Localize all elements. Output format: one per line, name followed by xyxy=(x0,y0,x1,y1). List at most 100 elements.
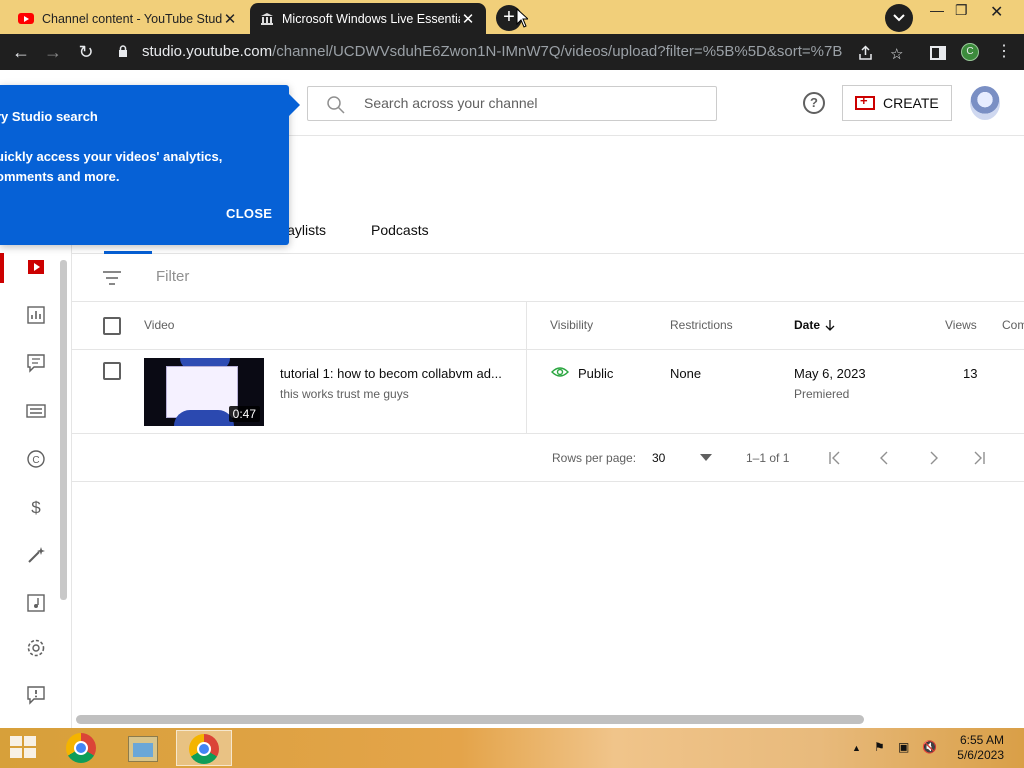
taskbar-file-explorer[interactable] xyxy=(114,730,170,766)
search-icon xyxy=(327,96,345,114)
windows-logo-icon xyxy=(10,736,22,746)
chevron-down-icon xyxy=(893,14,905,22)
tooltip-title: ry Studio search xyxy=(0,109,98,124)
window-close-button[interactable]: ✕ xyxy=(990,2,1003,22)
svg-text:$: $ xyxy=(31,498,41,517)
side-panel-icon[interactable] xyxy=(930,45,946,61)
table-row[interactable]: 0:47 tutorial 1: how to becom collabvm a… xyxy=(72,350,1024,434)
browser-tabstrip: Channel content - YouTube Studio ✕ Micro… xyxy=(0,0,1024,34)
tab-close-icon[interactable]: ✕ xyxy=(222,10,238,28)
create-button[interactable]: CREATE xyxy=(842,85,952,121)
windows-logo-icon xyxy=(24,736,36,746)
column-header-restrictions[interactable]: Restrictions xyxy=(670,318,733,332)
next-page-icon[interactable] xyxy=(926,451,940,465)
mouse-cursor-icon xyxy=(516,8,528,28)
tooltip-close-button[interactable]: CLOSE xyxy=(226,206,272,221)
svg-text:C: C xyxy=(32,455,39,466)
tooltip-body: uickly access your videos' analytics, om… xyxy=(0,149,223,184)
forward-arrow-icon[interactable]: → xyxy=(42,41,64,63)
table-header: Video Visibility Restrictions Date Views… xyxy=(72,302,1024,350)
sidebar-item-settings[interactable] xyxy=(26,638,46,658)
taskbar-chrome-active[interactable] xyxy=(176,730,232,766)
sidebar-item-content[interactable] xyxy=(26,257,46,277)
studio-search-tooltip: ry Studio search uickly access your vide… xyxy=(0,85,300,245)
video-thumbnail[interactable]: 0:47 xyxy=(144,358,264,426)
browser-tab-windows-live[interactable]: Microsoft Windows Live Essentials ✕ xyxy=(250,3,486,34)
channel-search[interactable] xyxy=(307,86,717,121)
tab-playlists[interactable]: laylists xyxy=(284,222,326,238)
dropdown-arrow-icon[interactable] xyxy=(700,454,712,461)
sidebar-item-copyright[interactable]: C xyxy=(26,449,46,469)
show-hidden-icons-icon[interactable]: ▲ xyxy=(852,743,861,753)
tab-podcasts[interactable]: Podcasts xyxy=(371,222,429,238)
column-header-comments[interactable]: Com xyxy=(1002,318,1024,332)
help-icon[interactable]: ? xyxy=(803,92,825,114)
youtube-favicon-icon xyxy=(18,13,34,24)
video-title[interactable]: tutorial 1: how to becom collabvm ad... xyxy=(280,366,510,381)
address-bar[interactable]: studio.youtube.com/channel/UCDWVsduhE6Zw… xyxy=(108,38,918,66)
filter-icon[interactable] xyxy=(102,270,122,286)
restore-button[interactable]: ❐ xyxy=(955,2,968,19)
sort-descending-icon[interactable] xyxy=(825,319,835,331)
first-page-icon[interactable] xyxy=(828,451,842,465)
filter-input[interactable] xyxy=(156,268,456,285)
file-explorer-icon xyxy=(128,736,158,762)
back-arrow-icon[interactable]: ← xyxy=(10,41,32,63)
rows-per-page-select[interactable]: 30 xyxy=(652,451,665,465)
windows-logo-icon xyxy=(10,748,22,758)
sidebar-item-customization[interactable] xyxy=(26,545,46,565)
create-label: CREATE xyxy=(883,95,939,111)
windows-start-button[interactable] xyxy=(10,736,38,760)
network-icon[interactable]: ▣ xyxy=(898,740,909,754)
previous-page-icon[interactable] xyxy=(878,451,892,465)
chrome-icon xyxy=(189,734,219,764)
taskbar-chrome-pinned[interactable] xyxy=(54,730,110,766)
column-header-visibility[interactable]: Visibility xyxy=(550,318,593,332)
sidebar-item-earn[interactable]: $ xyxy=(26,497,46,517)
thumbnail-art xyxy=(174,410,234,426)
restrictions-value: None xyxy=(670,366,702,381)
clock-time: 6:55 AM xyxy=(959,733,1004,747)
rows-per-page-label: Rows per page: xyxy=(552,451,637,465)
browser-tab-youtube-studio[interactable]: Channel content - YouTube Studio ✕ xyxy=(8,3,248,34)
sidebar-item-analytics[interactable] xyxy=(26,305,46,325)
windows-logo-icon xyxy=(24,748,36,758)
filter-bar xyxy=(72,254,1024,302)
action-center-flag-icon[interactable]: ⚑ xyxy=(874,740,885,754)
bank-favicon-icon xyxy=(261,12,273,25)
create-video-icon xyxy=(855,93,875,110)
visibility-value[interactable]: Public xyxy=(578,366,613,381)
last-page-icon[interactable] xyxy=(972,451,986,465)
eye-icon xyxy=(551,367,569,377)
tab-search-button[interactable] xyxy=(885,4,913,32)
reload-icon[interactable]: ↻ xyxy=(75,41,97,63)
search-input[interactable] xyxy=(364,95,704,111)
select-all-checkbox[interactable] xyxy=(103,317,121,335)
column-header-date[interactable]: Date xyxy=(794,318,820,332)
share-icon[interactable] xyxy=(858,45,874,61)
tab-close-icon[interactable]: ✕ xyxy=(460,10,476,28)
volume-muted-icon[interactable]: 🔇 xyxy=(922,740,937,754)
video-description: this works trust me guys xyxy=(280,387,409,401)
channel-avatar[interactable] xyxy=(970,86,1000,120)
sidebar-item-audio-library[interactable] xyxy=(26,593,46,613)
sidebar-scrollbar[interactable] xyxy=(60,260,67,600)
sidebar-item-feedback[interactable] xyxy=(26,685,46,705)
sidebar-item-subtitles[interactable] xyxy=(26,401,46,421)
windows-taskbar: ▲ ⚑ ▣ 🔇 6:55 AM 5/6/2023 xyxy=(0,728,1024,768)
system-clock[interactable]: 6:55 AM 5/6/2023 xyxy=(952,733,1004,763)
browser-menu-icon[interactable]: ⋮ xyxy=(996,41,1012,61)
row-checkbox[interactable] xyxy=(103,362,121,380)
video-duration: 0:47 xyxy=(228,406,260,422)
minimize-button[interactable]: — xyxy=(930,2,944,18)
tab-title: Channel content - YouTube Studio xyxy=(42,11,222,26)
profile-avatar[interactable]: C xyxy=(961,43,979,61)
horizontal-scrollbar[interactable] xyxy=(76,715,864,724)
sidebar-active-indicator xyxy=(0,253,4,283)
column-header-views[interactable]: Views xyxy=(945,318,977,332)
bookmark-star-icon[interactable]: ☆ xyxy=(890,45,903,63)
column-header-video: Video xyxy=(144,318,175,332)
sidebar-item-comments[interactable] xyxy=(26,353,46,373)
lock-icon[interactable] xyxy=(118,45,128,58)
tab-title: Microsoft Windows Live Essentials xyxy=(282,11,460,26)
